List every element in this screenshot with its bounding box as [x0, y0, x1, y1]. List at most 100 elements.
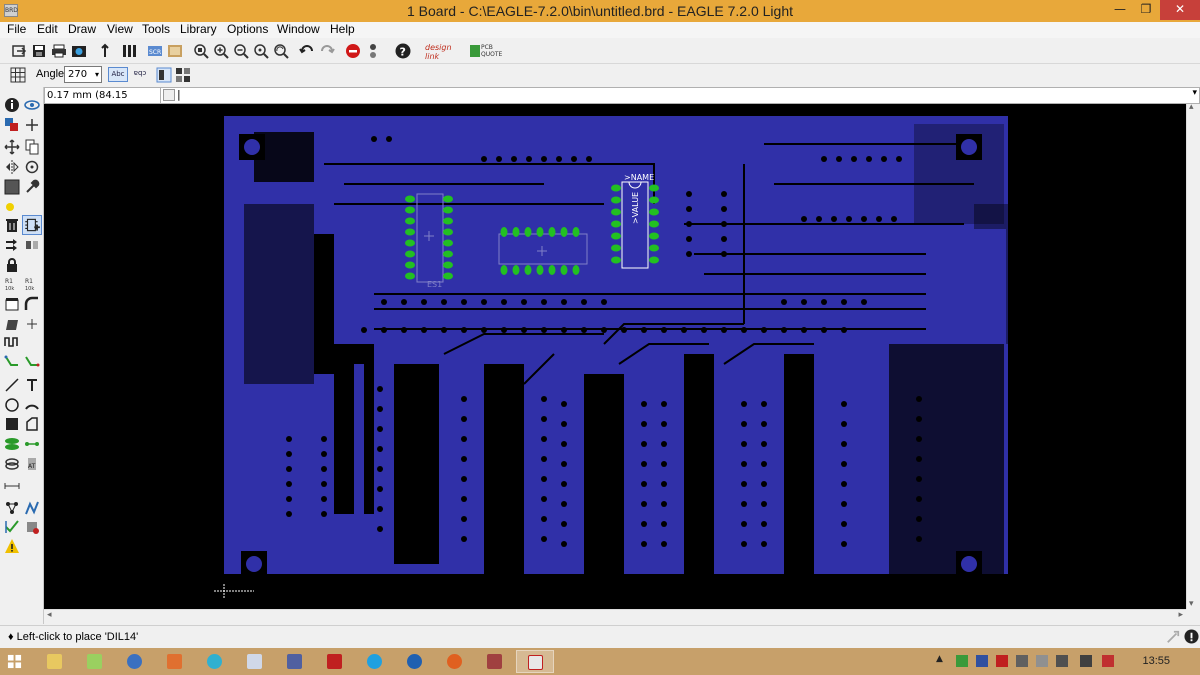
optimize-icon[interactable]	[24, 316, 40, 332]
minimize-button[interactable]: —	[1108, 0, 1132, 20]
tray-icon-2[interactable]	[976, 655, 988, 667]
undo-icon[interactable]	[299, 43, 315, 59]
stop-icon[interactable]	[345, 43, 361, 59]
split-icon[interactable]	[4, 316, 20, 332]
taskbar-pdf[interactable]	[316, 650, 354, 673]
pcb-quote-icon[interactable]: PCB QUOTE	[470, 44, 504, 60]
rotate-icon[interactable]	[24, 159, 40, 175]
replace-icon[interactable]	[24, 237, 40, 253]
close-button[interactable]: ✕	[1160, 0, 1200, 20]
zoom-out-icon[interactable]	[233, 43, 249, 59]
scroll-right-icon[interactable]: ▸	[1178, 610, 1183, 620]
miter-icon[interactable]	[24, 296, 40, 312]
paste-icon[interactable]	[4, 199, 20, 215]
tray-icon-1[interactable]	[956, 655, 968, 667]
go-icon[interactable]	[365, 43, 381, 59]
save-icon[interactable]	[31, 43, 47, 59]
up-icon[interactable]	[97, 43, 113, 59]
taskbar-explorer[interactable]	[36, 650, 74, 673]
cam-icon[interactable]	[71, 43, 87, 59]
autorouter-icon[interactable]	[24, 500, 40, 516]
meander-icon[interactable]	[4, 334, 20, 350]
zoom-fit-icon[interactable]	[193, 43, 209, 59]
taskbar-app[interactable]	[156, 650, 194, 673]
command-input[interactable]: |	[177, 88, 1181, 103]
taskbar-globe[interactable]	[116, 650, 154, 673]
taskbar-notepad[interactable]	[76, 650, 114, 673]
taskbar-skype[interactable]	[356, 650, 394, 673]
script-icon[interactable]	[121, 43, 137, 59]
copy-icon[interactable]	[24, 139, 40, 155]
signal-icon[interactable]	[24, 436, 40, 452]
taskbar-qemu[interactable]	[196, 650, 234, 673]
lock-icon[interactable]	[4, 257, 20, 273]
arc-icon[interactable]	[24, 397, 40, 413]
start-button[interactable]	[0, 650, 38, 673]
errors-icon[interactable]	[24, 519, 40, 535]
name-icon[interactable]: R110k	[4, 276, 20, 292]
warning-icon[interactable]	[4, 538, 20, 554]
info-icon[interactable]	[4, 97, 20, 113]
chevron-down-icon[interactable]: ▾	[1192, 88, 1197, 98]
wire-icon[interactable]	[4, 377, 20, 393]
board-canvas[interactable]: ES1 >NAME >VALUE	[44, 104, 1186, 609]
value-icon[interactable]: R110k	[24, 276, 40, 292]
tray-icon-flag[interactable]	[1102, 655, 1114, 667]
menu-library[interactable]: Library	[180, 22, 217, 36]
text-icon[interactable]	[24, 377, 40, 393]
layout-icon-1[interactable]	[156, 67, 172, 83]
tray-icon-4[interactable]	[1016, 655, 1028, 667]
help-icon[interactable]: ?	[395, 43, 411, 59]
show-icon[interactable]	[24, 97, 40, 113]
group-icon[interactable]	[4, 179, 20, 195]
menu-help[interactable]: Help	[330, 22, 355, 36]
run-icon[interactable]	[167, 43, 183, 59]
menu-draw[interactable]: Draw	[68, 22, 96, 36]
scroll-up-icon[interactable]: ▴	[1189, 102, 1194, 112]
taskbar-eagle[interactable]	[516, 650, 554, 673]
redo-icon[interactable]	[319, 43, 335, 59]
vertical-scrollbar[interactable]: ▴ ▾	[1186, 102, 1200, 609]
mirror-icon[interactable]	[4, 159, 20, 175]
menu-edit[interactable]: Edit	[37, 22, 58, 36]
taskbar-paint[interactable]	[276, 650, 314, 673]
hole-icon[interactable]	[4, 456, 20, 472]
drc-icon[interactable]	[4, 519, 20, 535]
via-icon[interactable]	[4, 436, 20, 452]
taskbar-firefox[interactable]	[436, 650, 474, 673]
delete-icon[interactable]	[4, 217, 20, 233]
tray-expand-icon[interactable]: ▲	[936, 654, 943, 664]
taskbar-teamviewer[interactable]	[396, 650, 434, 673]
taskbar-tools[interactable]	[476, 650, 514, 673]
menu-tools[interactable]: Tools	[142, 22, 170, 36]
mirror-button[interactable]: Abc	[108, 67, 128, 82]
display-icon[interactable]	[4, 117, 20, 133]
stop-command-icon[interactable]	[1166, 630, 1180, 644]
ripup-icon[interactable]	[24, 353, 40, 369]
print-icon[interactable]	[51, 43, 67, 59]
mark-icon[interactable]	[24, 117, 40, 133]
attribute-icon[interactable]: AT	[24, 456, 40, 472]
menu-view[interactable]: View	[107, 22, 133, 36]
grid-icon[interactable]	[10, 67, 26, 83]
command-history-button[interactable]	[163, 89, 175, 101]
tray-icon-5[interactable]	[1036, 655, 1048, 667]
dimension-icon[interactable]	[4, 478, 20, 494]
menu-window[interactable]: Window	[277, 22, 320, 36]
menu-options[interactable]: Options	[227, 22, 268, 36]
layout-icon-2[interactable]	[175, 67, 191, 83]
maximize-button[interactable]: ❐	[1134, 0, 1158, 20]
scroll-left-icon[interactable]: ◂	[47, 610, 52, 620]
add-icon[interactable]	[22, 215, 42, 235]
change-icon[interactable]	[24, 179, 40, 195]
scroll-down-icon[interactable]: ▾	[1189, 599, 1194, 609]
redraw-icon[interactable]	[273, 43, 289, 59]
tray-icon-3[interactable]	[996, 655, 1008, 667]
volume-icon[interactable]	[1056, 655, 1068, 667]
pinswap-icon[interactable]	[4, 237, 20, 253]
scr-icon[interactable]: SCR	[147, 43, 163, 59]
horizontal-scrollbar[interactable]: ◂ ▸	[44, 609, 1186, 624]
designlink-icon[interactable]: design link	[425, 43, 465, 61]
zoom-select-icon[interactable]	[253, 43, 269, 59]
smash-icon[interactable]	[4, 296, 20, 312]
